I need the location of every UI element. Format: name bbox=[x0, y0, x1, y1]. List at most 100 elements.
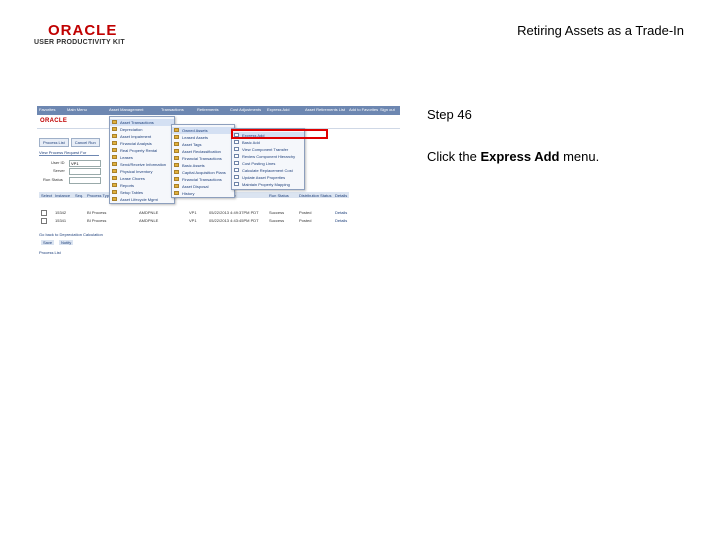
menu-item[interactable]: Real Property Rental bbox=[110, 147, 174, 154]
menu-item[interactable]: Leased Assets bbox=[172, 134, 234, 141]
menu-item[interactable]: Setup Tables bbox=[110, 189, 174, 196]
folder-icon bbox=[112, 176, 117, 180]
folder-icon bbox=[174, 128, 179, 132]
folder-icon bbox=[174, 163, 179, 167]
menu-item[interactable]: Update Asset Properties bbox=[232, 174, 304, 181]
row-user: VP1 bbox=[189, 218, 197, 223]
nav-right-link-1[interactable]: Asset Retirements List bbox=[305, 107, 345, 112]
row-distribution-status: Posted bbox=[299, 218, 312, 223]
instruction-prefix: Click the bbox=[427, 149, 481, 164]
oracle-logo-text: ORACLE bbox=[48, 22, 118, 39]
menu-item[interactable]: Financial Transactions bbox=[172, 155, 234, 162]
notify-button[interactable]: Notify bbox=[59, 240, 74, 245]
col-select: Select bbox=[41, 193, 53, 198]
menu-item[interactable]: Lease Chores bbox=[110, 175, 174, 182]
row-distribution-status: Posted bbox=[299, 210, 312, 215]
folder-icon bbox=[174, 149, 179, 153]
instruction-target: Express Add bbox=[480, 149, 560, 164]
menu-item[interactable]: Leases bbox=[110, 154, 174, 161]
document-icon bbox=[234, 182, 239, 186]
menu-item[interactable]: Asset Transactions bbox=[110, 119, 174, 126]
menu-item[interactable]: Basic Assets bbox=[172, 162, 234, 169]
menu-item[interactable]: Asset Disposal bbox=[172, 183, 234, 190]
top-navigation-bar: Favorites Main Menu Asset Management Tra… bbox=[37, 106, 400, 115]
menu-item[interactable]: Financial Transactions bbox=[172, 176, 234, 183]
document-icon bbox=[234, 147, 239, 151]
document-icon bbox=[234, 168, 239, 172]
menu-item[interactable]: Calculate Replacement Cost bbox=[232, 167, 304, 174]
menu-item[interactable]: Physical Inventory bbox=[110, 168, 174, 175]
table-row: 15341 BI Process AMDPNLE VP1 05/22/2013 … bbox=[39, 217, 349, 224]
menu-item[interactable]: Asset Reclassification bbox=[172, 148, 234, 155]
document-icon bbox=[234, 140, 239, 144]
server-label: Server bbox=[53, 168, 65, 173]
menu-item[interactable]: Maintain Property Mapping bbox=[232, 181, 304, 188]
go-back-link[interactable]: Go back to Depreciation Calculation bbox=[39, 232, 103, 237]
menu-item[interactable]: Owned Assets bbox=[172, 127, 234, 134]
nav-main-menu[interactable]: Main Menu bbox=[67, 107, 87, 112]
step-label: Step 46 bbox=[427, 107, 472, 122]
folder-icon bbox=[174, 142, 179, 146]
folder-icon bbox=[174, 170, 179, 174]
application-screenshot: Favorites Main Menu Asset Management Tra… bbox=[37, 106, 400, 258]
folder-icon bbox=[112, 155, 117, 159]
row-process-name: AMDPNLE bbox=[139, 210, 159, 215]
menu-item[interactable]: Cost Posting Lines bbox=[232, 160, 304, 167]
menu-item[interactable]: Asset Lifecycle Mgmt bbox=[110, 196, 174, 203]
row-checkbox[interactable] bbox=[41, 210, 47, 216]
menu-item[interactable]: View Component Transfer bbox=[232, 146, 304, 153]
tab-process-list[interactable]: Process List bbox=[39, 138, 69, 147]
menu-item[interactable]: Review Component Hierarchy bbox=[232, 153, 304, 160]
nav-right-link-3[interactable]: Sign out bbox=[380, 107, 395, 112]
save-button[interactable]: Save bbox=[41, 240, 55, 245]
row-details-link[interactable]: Details bbox=[335, 218, 347, 223]
row-user: VP1 bbox=[189, 210, 197, 215]
nav-cost-adjustments[interactable]: Cost Adjustments bbox=[230, 107, 261, 112]
nav-express-add[interactable]: Express Add bbox=[267, 107, 289, 112]
col-distribution-status: Distribution Status bbox=[299, 193, 332, 198]
asset-transactions-menu: Owned Assets Leased Assets Asset Tags As… bbox=[171, 124, 235, 198]
col-process-type: Process Type bbox=[87, 193, 112, 198]
run-status-select[interactable] bbox=[69, 177, 101, 184]
asset-management-menu: Asset Transactions Depreciation Asset Im… bbox=[109, 116, 175, 204]
folder-icon bbox=[112, 190, 117, 194]
nav-retirements[interactable]: Retirements bbox=[197, 107, 219, 112]
process-list-link[interactable]: Process List bbox=[39, 250, 61, 255]
menu-item[interactable]: History bbox=[172, 190, 234, 197]
row-run-datetime: 05/22/2013 4:49:37PM PDT bbox=[209, 210, 259, 215]
menu-item[interactable]: Reports bbox=[110, 182, 174, 189]
user-id-field[interactable]: VP1 bbox=[69, 160, 101, 167]
folder-icon bbox=[112, 169, 117, 173]
document-icon bbox=[234, 175, 239, 179]
folder-icon bbox=[112, 183, 117, 187]
run-status-label: Run Status bbox=[43, 177, 63, 182]
col-seq: Seq. bbox=[75, 193, 84, 198]
table-row: 15342 BI Process AMDPNLE VP1 05/22/2013 … bbox=[39, 209, 349, 216]
menu-item[interactable]: Capital Acquisition Plans bbox=[172, 169, 234, 176]
row-checkbox[interactable] bbox=[41, 218, 47, 224]
menu-item[interactable]: Basic Add bbox=[232, 139, 304, 146]
page-tabs: Process List Cancel Run bbox=[39, 131, 102, 149]
row-details-link[interactable]: Details bbox=[335, 210, 347, 215]
tab-cancel-run[interactable]: Cancel Run bbox=[70, 138, 100, 147]
mini-oracle-logo: ORACLE bbox=[40, 118, 68, 124]
folder-icon bbox=[174, 135, 179, 139]
user-id-label: User ID bbox=[51, 160, 65, 165]
menu-item[interactable]: Depreciation bbox=[110, 126, 174, 133]
nav-favorites[interactable]: Favorites bbox=[39, 107, 55, 112]
folder-icon bbox=[112, 134, 117, 138]
row-run-status: Success bbox=[269, 218, 285, 223]
nav-asset-management[interactable]: Asset Management bbox=[109, 107, 143, 112]
menu-item[interactable]: Asset Tags bbox=[172, 141, 234, 148]
menu-item[interactable]: Send/Receive Information bbox=[110, 161, 174, 168]
step-instruction: Click the Express Add menu. bbox=[427, 149, 599, 164]
nav-right-link-2[interactable]: Add to Favorites bbox=[349, 107, 378, 112]
logo-subtitle: USER PRODUCTIVITY KIT bbox=[34, 39, 125, 46]
nav-transactions[interactable]: Transactions bbox=[161, 107, 184, 112]
row-process-type: BI Process bbox=[87, 210, 107, 215]
section-title: View Process Request For bbox=[39, 150, 99, 156]
menu-item[interactable]: Financial Analysis bbox=[110, 140, 174, 147]
server-select[interactable] bbox=[69, 168, 101, 175]
menu-item[interactable]: Asset Impairment bbox=[110, 133, 174, 140]
folder-icon bbox=[112, 141, 117, 145]
